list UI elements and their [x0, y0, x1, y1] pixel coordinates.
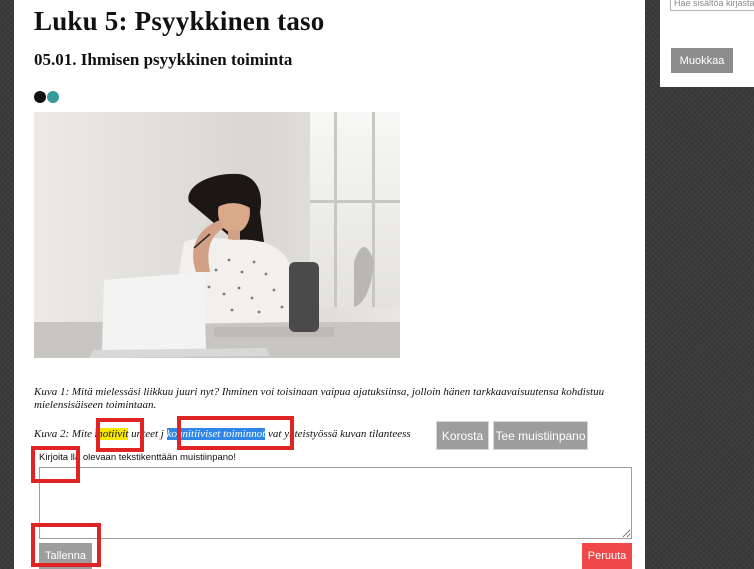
note-instruction: Kirjoita lla olevaan tekstikenttään muis… — [39, 452, 236, 463]
main-content: Luku 5: Psyykkinen taso 05.01. Ihmisen p… — [0, 0, 645, 569]
caption-image-1: Kuva 1: Mitä mielessäsi liikkuu juuri ny… — [34, 386, 605, 411]
dot-teal[interactable] — [47, 91, 59, 103]
woman-thinking-photo — [34, 112, 400, 358]
section-title: 05.01. Ihmisen psyykkinen toiminta — [34, 50, 293, 69]
page-title: Luku 5: Psyykkinen taso — [34, 6, 325, 36]
note-textarea[interactable] — [39, 467, 632, 539]
dot-black[interactable] — [34, 91, 46, 103]
edit-button[interactable]: Muokkaa — [671, 48, 733, 73]
highlight-blue-selection[interactable]: kognitiiviset toiminnot — [166, 428, 266, 440]
highlight-button[interactable]: Korosta — [436, 421, 489, 450]
progress-dots — [34, 91, 59, 103]
content-left-edge — [0, 0, 14, 569]
caption2-text-3: vat yhteistyössä kuvan tilanteess — [268, 428, 411, 440]
highlight-yellow[interactable]: motiivit — [94, 428, 129, 440]
make-note-button[interactable]: Tee muistiinpano — [493, 421, 588, 450]
cancel-button[interactable]: Peruuta — [582, 543, 632, 569]
caption2-text-1: Kuva 2: Mite — [34, 428, 93, 440]
save-button[interactable]: Tallenna — [39, 543, 92, 569]
instruction-text-2: lla olevaan tekstikenttään muistiinpano! — [70, 452, 236, 463]
instruction-text-1: Kirjoita — [39, 452, 69, 463]
sidebar-search-input[interactable]: Hae sisältöa kirjasta — [670, 0, 754, 11]
caption2-text-2: unteet j — [131, 428, 164, 440]
sidebar-panel: Hae sisältöa kirjasta Muokkaa — [660, 0, 754, 87]
